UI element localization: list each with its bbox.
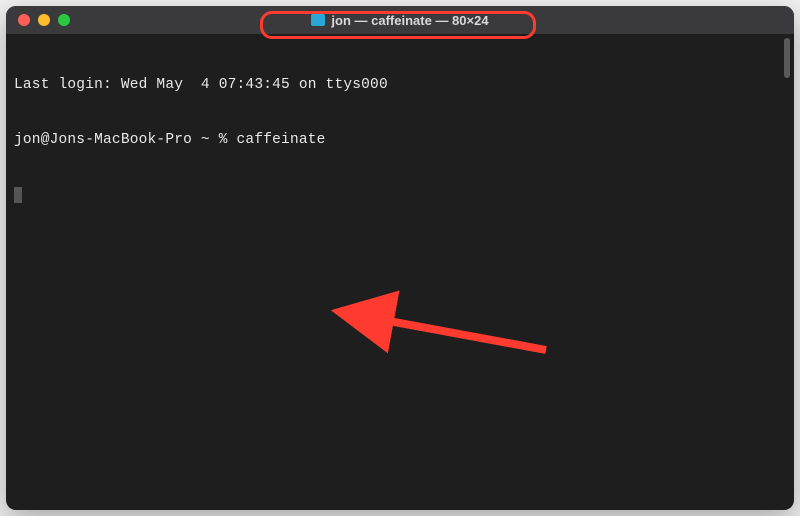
title-bar[interactable]: jon — caffeinate — 80×24 [6, 6, 794, 34]
window-title-wrap: jon — caffeinate — 80×24 [6, 13, 794, 28]
cursor-icon [14, 187, 22, 203]
last-login-line: Last login: Wed May 4 07:43:45 on ttys00… [14, 76, 786, 94]
minimize-icon[interactable] [38, 14, 50, 26]
annotation-arrow-icon [6, 245, 794, 510]
terminal-window: jon — caffeinate — 80×24 Last login: Wed… [6, 6, 794, 510]
terminal-body[interactable]: Last login: Wed May 4 07:43:45 on ttys00… [6, 34, 794, 245]
traffic-lights [6, 14, 70, 26]
folder-icon [311, 14, 325, 26]
close-icon[interactable] [18, 14, 30, 26]
window-title: jon — caffeinate — 80×24 [331, 13, 488, 28]
cursor-line [14, 185, 786, 203]
prompt-line: jon@Jons-MacBook-Pro ~ % caffeinate [14, 131, 786, 149]
scrollbar[interactable] [784, 38, 790, 78]
maximize-icon[interactable] [58, 14, 70, 26]
